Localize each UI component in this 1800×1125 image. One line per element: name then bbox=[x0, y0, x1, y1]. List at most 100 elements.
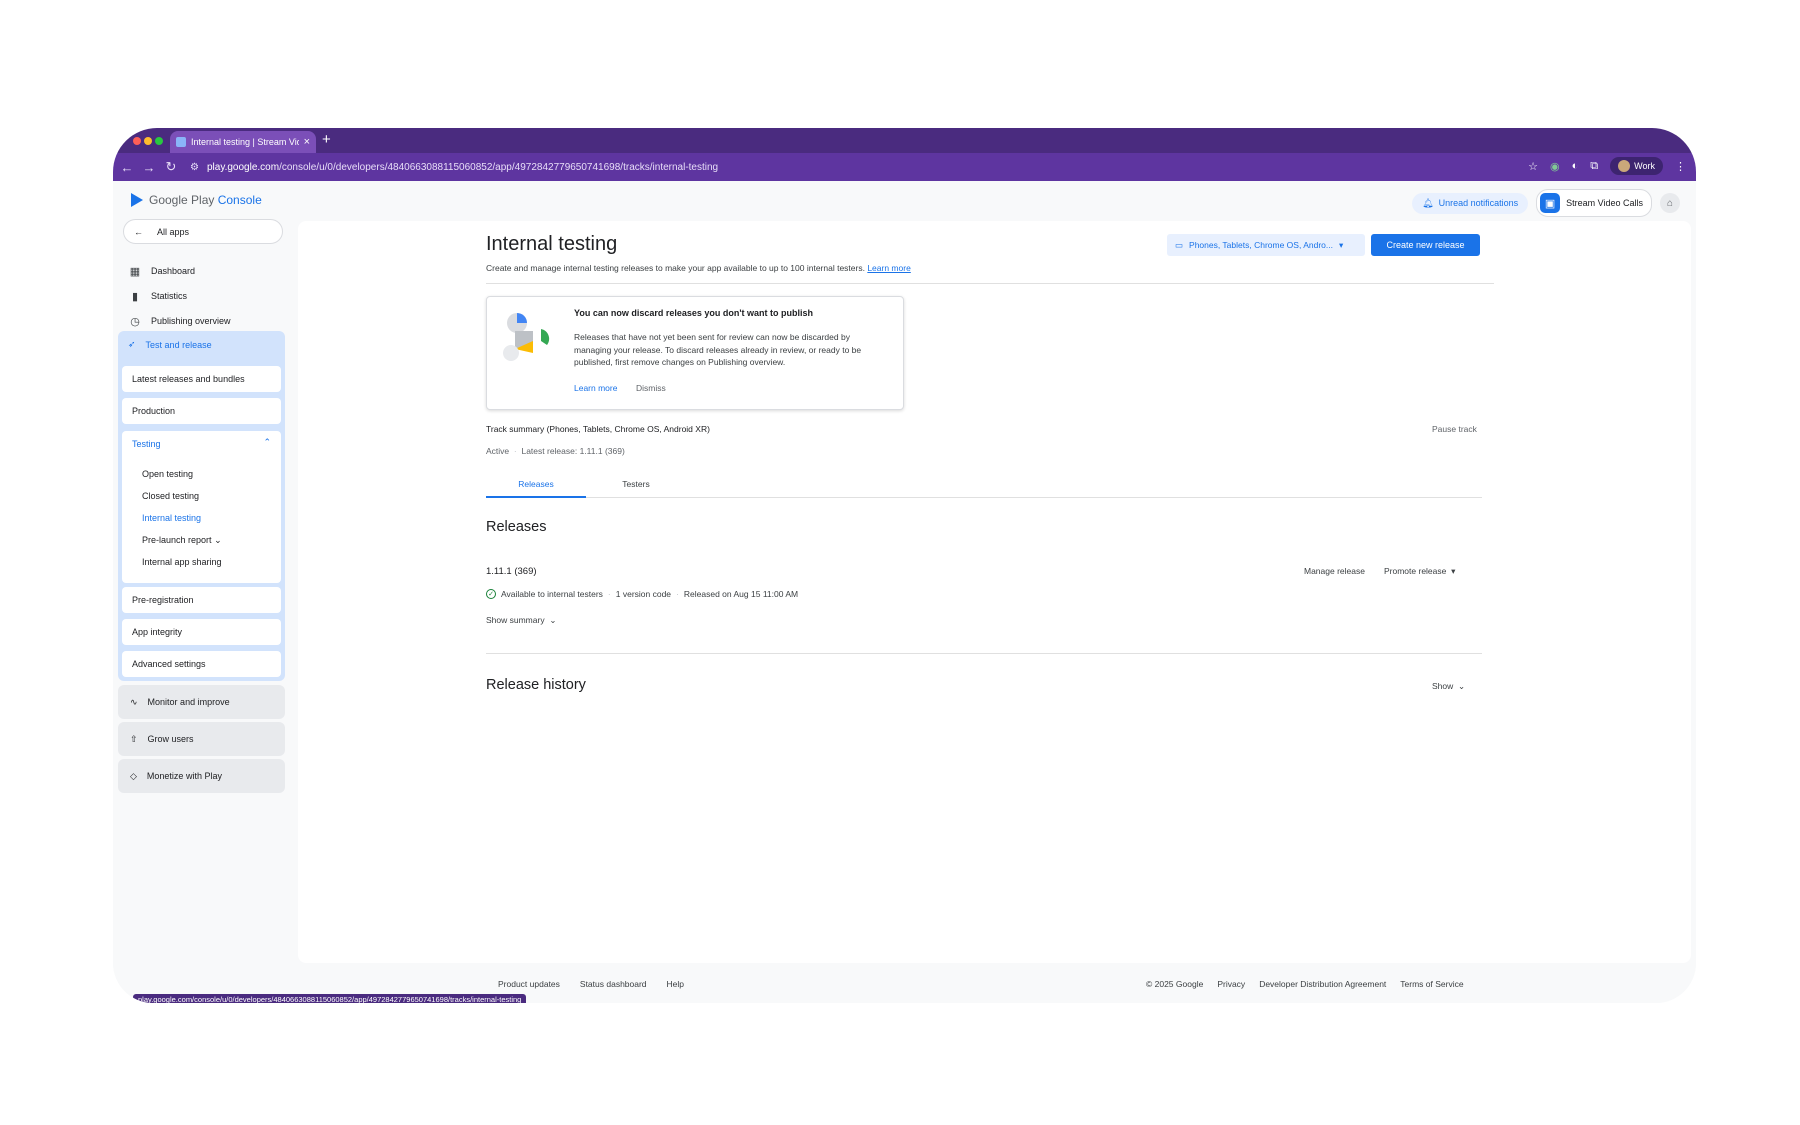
logo-text: Google Play bbox=[149, 193, 215, 207]
info-learn-more-link[interactable]: Learn more bbox=[574, 383, 617, 393]
play-logo-icon bbox=[131, 193, 143, 207]
browser-toolbar: ← → ↻ ⚙ play.google.com/console/u/0/deve… bbox=[113, 153, 1696, 181]
sidebar-item-label: Test and release bbox=[145, 339, 212, 350]
sidebar-item-latest-releases[interactable]: Latest releases and bundles bbox=[122, 366, 281, 392]
chevron-down-icon: ⌄ bbox=[546, 615, 557, 625]
avatar bbox=[1618, 160, 1631, 172]
toolbar-actions: ☆ ◉ ◐ ⧉ Work ⋮ bbox=[1528, 157, 1686, 175]
sidebar-item-pre-registration[interactable]: Pre-registration bbox=[122, 587, 281, 613]
sidebar-item-label: Monitor and improve bbox=[147, 697, 230, 707]
main-content: Internal testing Create and manage inter… bbox=[298, 221, 1691, 963]
sidebar-item-advanced-settings[interactable]: Advanced settings bbox=[122, 651, 281, 677]
caret-down-icon: ▾ bbox=[1338, 239, 1344, 250]
sidebar-item-closed-testing[interactable]: Closed testing bbox=[142, 491, 199, 501]
grow-icon: ⇧ bbox=[130, 733, 138, 744]
sidebar-item-grow-users[interactable]: ⇧ Grow users bbox=[118, 722, 285, 756]
terms-link[interactable]: Terms of Service bbox=[1400, 979, 1463, 989]
show-summary-label: Show summary bbox=[486, 615, 545, 625]
tab-testers[interactable]: Testers bbox=[586, 479, 686, 498]
bell-icon: 🔔︎ bbox=[1422, 197, 1434, 208]
product-updates-link[interactable]: Product updates bbox=[498, 979, 560, 989]
bookmark-star-icon[interactable]: ☆ bbox=[1528, 160, 1538, 173]
sidebar-item-testing[interactable]: Testing bbox=[132, 439, 161, 449]
info-card-body: Releases that have not yet been sent for… bbox=[574, 332, 862, 367]
devices-icon: ▭ bbox=[1175, 239, 1184, 250]
maximize-window-icon[interactable] bbox=[155, 137, 163, 145]
sidebar-item-dashboard[interactable]: ▦ Dashboard bbox=[129, 261, 195, 281]
site-info-icon[interactable]: ⚙ bbox=[190, 162, 199, 173]
show-label: Show bbox=[1432, 681, 1454, 691]
extensions-puzzle-icon[interactable]: ⧉ bbox=[1590, 160, 1598, 173]
forward-icon[interactable]: → bbox=[138, 160, 160, 175]
chevron-down-icon: ⌄ bbox=[1455, 681, 1466, 691]
version-codes-label: 1 version code bbox=[615, 589, 672, 599]
tab-bar: Internal testing | Stream Vide… × + bbox=[113, 128, 1696, 153]
sidebar-item-app-integrity[interactable]: App integrity bbox=[122, 619, 281, 645]
url-path: /console/u/0/developers/4840663088115060… bbox=[279, 161, 719, 173]
profile-label: Work bbox=[1634, 161, 1655, 171]
close-tab-icon[interactable]: × bbox=[304, 136, 310, 148]
tab-releases[interactable]: Releases bbox=[486, 479, 586, 498]
released-on-label: Released on Aug 15 11:00 AM bbox=[683, 589, 799, 599]
notifications-label: Unread notifications bbox=[1438, 198, 1519, 208]
sidebar-item-label: Production bbox=[132, 406, 176, 416]
browser-menu-icon[interactable]: ⋮ bbox=[1675, 160, 1686, 173]
monitor-icon: ∿ bbox=[130, 696, 138, 707]
profile-chip[interactable]: Work bbox=[1610, 157, 1663, 175]
status-dashboard-link[interactable]: Status dashboard bbox=[580, 979, 647, 989]
sidebar-item-label: Pre-launch report bbox=[142, 535, 212, 545]
notifications-button[interactable]: 🔔︎ Unread notifications bbox=[1412, 192, 1529, 214]
app-name: Stream Video Calls bbox=[1566, 198, 1643, 208]
release-meta: ✓ Available to internal testers · 1 vers… bbox=[486, 589, 798, 599]
back-icon[interactable]: ← bbox=[116, 160, 138, 175]
create-new-release-button[interactable]: Create new release bbox=[1371, 234, 1480, 256]
privacy-link[interactable]: Privacy bbox=[1217, 979, 1245, 989]
release-divider bbox=[486, 653, 1482, 654]
extension-icon[interactable]: ◐ bbox=[1572, 160, 1579, 172]
close-window-icon[interactable] bbox=[133, 137, 141, 145]
chevron-up-icon[interactable]: ⌃ bbox=[263, 437, 271, 448]
new-tab-icon[interactable]: + bbox=[322, 131, 331, 148]
learn-more-link[interactable]: Learn more bbox=[867, 263, 910, 273]
gift-icon[interactable]: ⌂ bbox=[1660, 193, 1680, 213]
promote-release-button[interactable]: Promote release ▾ bbox=[1384, 566, 1455, 577]
footer-links-left: Product updates Status dashboard Help bbox=[498, 979, 684, 989]
testing-group: Testing ⌃ Open testing Closed testing In… bbox=[122, 431, 281, 583]
sidebar-item-statistics[interactable]: ▮ Statistics bbox=[129, 286, 187, 306]
sidebar-item-publishing-overview[interactable]: ◷ Publishing overview bbox=[129, 311, 230, 331]
dismiss-button[interactable]: Dismiss bbox=[636, 383, 666, 393]
help-link[interactable]: Help bbox=[667, 979, 684, 989]
reload-icon[interactable]: ↻ bbox=[160, 159, 182, 175]
sidebar-item-monitor-and-improve[interactable]: ∿ Monitor and improve bbox=[118, 685, 285, 719]
extension-icon[interactable]: ◉ bbox=[1550, 160, 1560, 173]
device-selector[interactable]: ▭ Phones, Tablets, Chrome OS, Andro... ▾ bbox=[1167, 234, 1365, 256]
sidebar-item-label: Grow users bbox=[147, 734, 194, 744]
manage-release-button[interactable]: Manage release bbox=[1304, 566, 1365, 576]
caret-down-icon: ▾ bbox=[1448, 566, 1456, 576]
play-console-logo[interactable]: Google Play Console bbox=[131, 193, 262, 207]
sidebar-item-test-and-release[interactable]: ➶ Test and release bbox=[128, 339, 212, 350]
pause-track-button[interactable]: Pause track bbox=[1432, 424, 1477, 434]
show-summary-button[interactable]: Show summary ⌄ bbox=[486, 615, 556, 626]
url-host: play.google.com bbox=[206, 161, 280, 173]
sidebar-item-production[interactable]: Production bbox=[122, 398, 281, 424]
copyright: © 2025 Google bbox=[1146, 979, 1204, 989]
sidebar-item-label: Dashboard bbox=[151, 266, 196, 276]
app-switcher[interactable]: ▣ Stream Video Calls bbox=[1536, 189, 1652, 217]
sidebar-item-open-testing[interactable]: Open testing bbox=[142, 469, 193, 479]
tag-icon: ◇ bbox=[130, 770, 137, 781]
page-subtitle: Create and manage internal testing relea… bbox=[486, 263, 911, 273]
sidebar-item-internal-app-sharing[interactable]: Internal app sharing bbox=[142, 557, 222, 567]
sidebar-item-pre-launch-report[interactable]: Pre-launch report ⌄ bbox=[142, 535, 222, 546]
browser-tab[interactable]: Internal testing | Stream Vide… × bbox=[170, 131, 316, 153]
minimize-window-icon[interactable] bbox=[144, 137, 152, 145]
distribution-agreement-link[interactable]: Developer Distribution Agreement bbox=[1259, 979, 1386, 989]
sidebar-item-monetize-with-play[interactable]: ◇ Monetize with Play bbox=[118, 759, 285, 793]
publishing-icon: ◷ bbox=[130, 315, 140, 328]
all-apps-button[interactable]: ← All apps bbox=[123, 219, 283, 244]
sidebar-item-internal-testing[interactable]: Internal testing bbox=[142, 513, 201, 523]
address-bar[interactable]: ⚙ play.google.com/console/u/0/developers… bbox=[190, 156, 1630, 178]
info-card-title: You can now discard releases you don't w… bbox=[574, 308, 814, 318]
release-version: 1.11.1 (369) bbox=[486, 566, 537, 577]
show-history-button[interactable]: Show ⌄ bbox=[1432, 681, 1465, 692]
